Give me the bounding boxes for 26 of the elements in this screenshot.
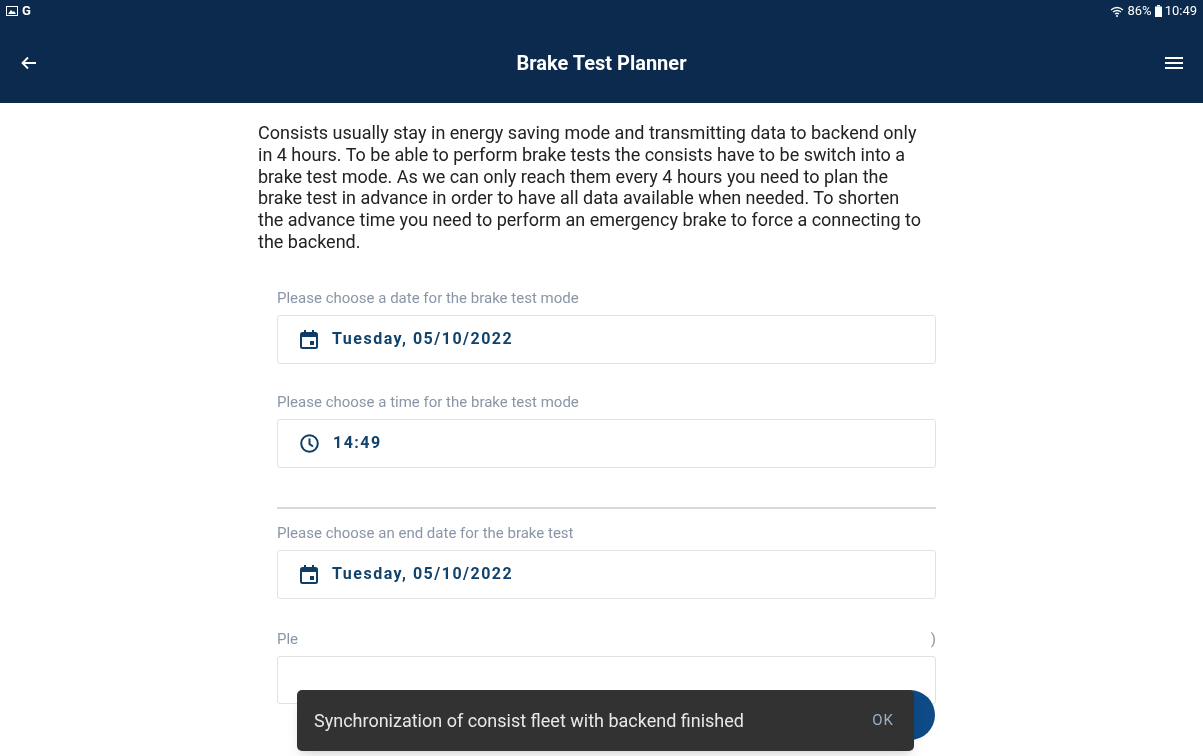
calendar-icon (300, 329, 318, 349)
menu-icon (1165, 55, 1183, 70)
field-label: Please choose an end date for the brake test (277, 522, 575, 543)
field-label: Please choose a date for the brake test mode (277, 287, 580, 308)
label-end: ) (930, 628, 936, 649)
intro-paragraph: Consists usually stay in energy saving mode and transmitting data to backend only in 4 hours. To be able to perform brake tests the consists have to be switch into a brake test mode. As we can only reach them every 4 hours you need to plan the brake test in advance in order to have all data available when needed. To shorten the advance time you need to perform an emergency brake to force a connecting to the backend. (258, 122, 922, 253)
clock-time: 10:49 (1164, 2, 1197, 21)
clock-icon (300, 433, 319, 453)
calendar-icon (300, 564, 318, 584)
battery-percent: 86% (1127, 2, 1152, 21)
date-field[interactable]: Tuesday, 05/10/2022 (277, 549, 936, 599)
time-field[interactable]: 14:49 (277, 418, 936, 468)
field-value: 14:49 (333, 432, 382, 455)
page-title: Brake Test Planner (516, 49, 687, 77)
gallery-icon (6, 6, 18, 16)
field-value: Tuesday, 05/10/2022 (332, 328, 514, 351)
field-label: Please choose a time for the brake test mode (277, 391, 580, 412)
status-icon-text: G (22, 2, 31, 21)
back-arrow-icon (21, 55, 37, 70)
ok-button[interactable]: OK (872, 709, 894, 732)
battery-icon (1154, 5, 1162, 17)
wifi-icon (1110, 5, 1125, 17)
field-label: Ple (277, 628, 299, 649)
snackbar-message: Synchronization of consist fleet with backend finished (314, 709, 744, 733)
field-value: Tuesday, 05/10/2022 (332, 563, 514, 586)
date-field[interactable]: Tuesday, 05/10/2022 (277, 314, 936, 364)
